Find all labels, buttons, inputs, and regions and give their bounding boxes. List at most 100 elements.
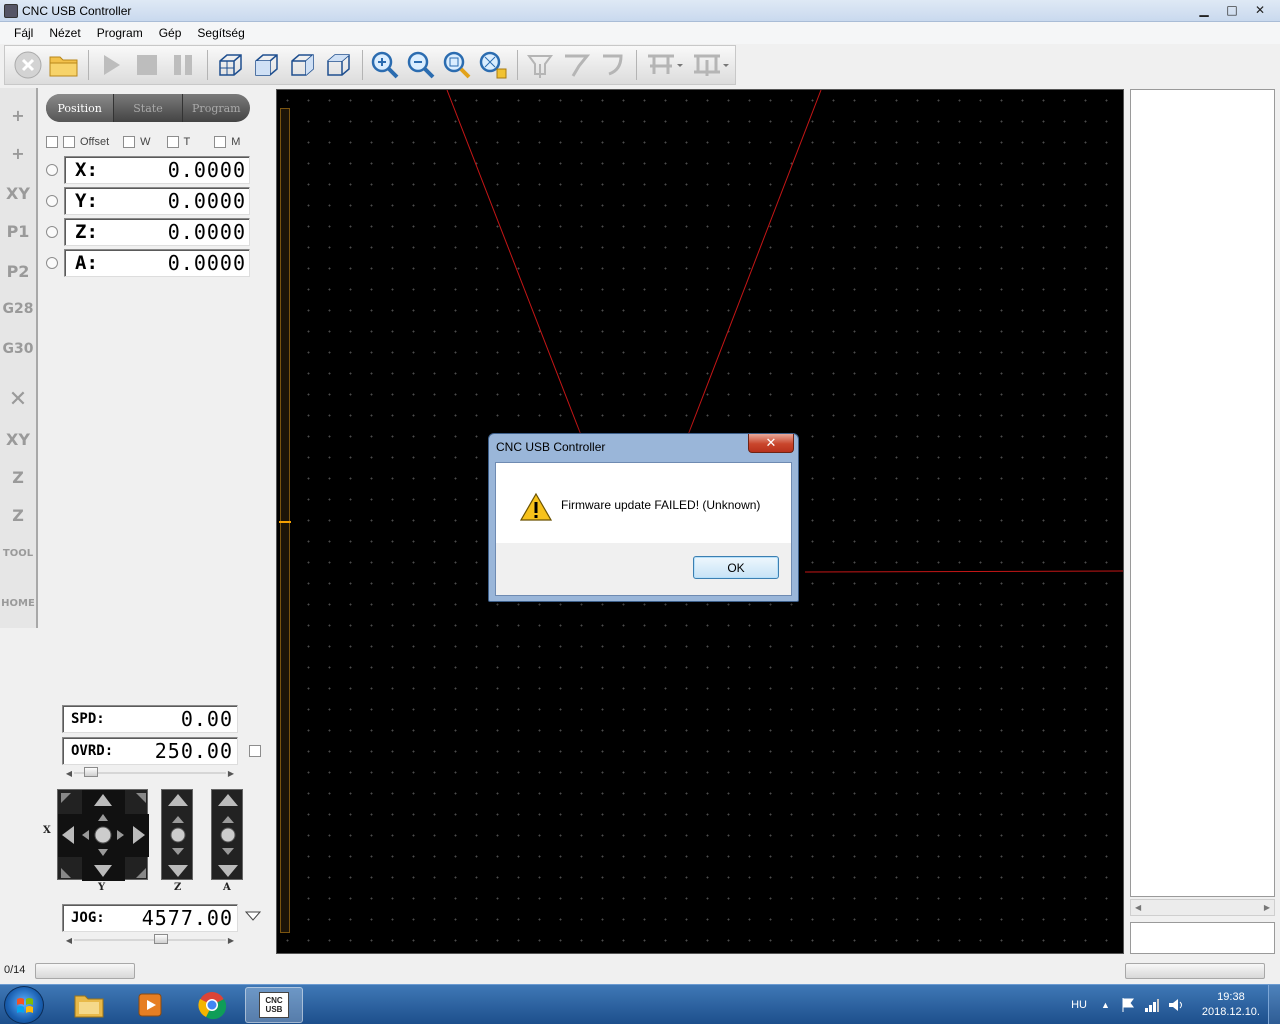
dro-row-x: X: 0.0000 <box>46 156 250 184</box>
jog-value: 4577.00 <box>141 906 233 930</box>
g30-icon[interactable]: G30 <box>2 332 34 366</box>
start-button[interactable] <box>4 986 44 1024</box>
tab-program[interactable]: Program <box>183 94 250 122</box>
dro-a[interactable]: A: 0.0000 <box>64 249 250 277</box>
stop-square-icon[interactable] <box>130 48 164 82</box>
z-up-icon[interactable]: Z <box>2 460 34 494</box>
checkbox-m[interactable] <box>214 136 227 148</box>
checkbox-t[interactable] <box>166 136 179 148</box>
menu-file[interactable]: Fájl <box>8 26 39 40</box>
menu-view[interactable]: Nézet <box>43 26 86 40</box>
tool-3-icon[interactable] <box>595 48 629 82</box>
open-folder-icon[interactable] <box>47 48 81 82</box>
panel-tabs: Position State Program <box>46 94 250 122</box>
z-jog-pad[interactable] <box>161 789 193 880</box>
taskbar-cnc-usb[interactable]: CNC USB <box>245 987 303 1023</box>
slider-right-arrow[interactable]: ▶ <box>226 769 236 778</box>
machine-2-icon[interactable] <box>688 48 732 82</box>
clock[interactable]: 19:38 2018.12.10. <box>1202 990 1260 1020</box>
tool-2-icon[interactable] <box>559 48 593 82</box>
tray-overflow-icon[interactable]: ▲ <box>1101 1000 1110 1010</box>
checkbox-all[interactable] <box>46 136 58 148</box>
dro-label: X: <box>75 159 98 181</box>
axis-radio-y[interactable] <box>46 195 58 207</box>
slider-right-arrow[interactable]: ▶ <box>226 936 236 945</box>
spd-value: 0.00 <box>180 707 233 731</box>
tool-1-icon[interactable] <box>523 48 557 82</box>
menu-help[interactable]: Segítség <box>191 26 250 40</box>
checkbox-w[interactable] <box>123 136 136 148</box>
cross-icon[interactable]: ✕ <box>2 382 34 416</box>
zoom-in-icon[interactable] <box>368 48 402 82</box>
p1-icon[interactable]: P1 <box>2 214 34 248</box>
scroll-right-arrow[interactable]: ▶ <box>1264 903 1270 912</box>
tool-icon[interactable]: TOOL <box>2 536 34 570</box>
slider-thumb[interactable] <box>154 934 168 944</box>
clock-date: 2018.12.10. <box>1201 1006 1260 1018</box>
volume-icon[interactable] <box>1168 997 1186 1013</box>
taskbar-explorer[interactable] <box>60 987 118 1023</box>
axis-radio-x[interactable] <box>46 164 58 176</box>
network-icon[interactable] <box>1144 997 1160 1013</box>
tab-position[interactable]: Position <box>46 94 115 122</box>
override-checkbox[interactable] <box>249 745 261 757</box>
zoom-out-icon[interactable] <box>404 48 438 82</box>
dro-value: 0.0000 <box>167 189 246 213</box>
mdi-input[interactable] <box>1130 922 1275 954</box>
g28-icon[interactable]: G28 <box>2 292 34 326</box>
menu-machine[interactable]: Gép <box>153 26 188 40</box>
p2-icon[interactable]: P2 <box>2 254 34 288</box>
machine-1-icon[interactable] <box>642 48 686 82</box>
language-indicator[interactable]: HU <box>1071 999 1087 1011</box>
checkbox-offset-label: Offset <box>80 136 110 148</box>
maximize-button[interactable]: □ <box>1218 1 1246 19</box>
gcode-list-panel[interactable] <box>1130 89 1275 897</box>
dialog-close-button[interactable]: ✕ <box>748 434 794 453</box>
dro-row-z: Z: 0.0000 <box>46 218 250 246</box>
jog-plus-icon[interactable]: + <box>2 98 34 132</box>
jog-dropdown-icon[interactable] <box>244 910 262 925</box>
pause-icon[interactable] <box>166 48 200 82</box>
tab-state[interactable]: State <box>114 94 183 122</box>
axis-radio-a[interactable] <box>46 257 58 269</box>
folder-icon <box>74 995 104 1018</box>
dro-z[interactable]: Z: 0.0000 <box>64 218 250 246</box>
view-3d-icon[interactable] <box>213 48 247 82</box>
a-jog-pad[interactable] <box>211 789 243 880</box>
dro-value: 0.0000 <box>167 158 246 182</box>
view-top-icon[interactable] <box>321 48 355 82</box>
menu-program[interactable]: Program <box>91 26 149 40</box>
jog-z-label: Z <box>174 882 182 893</box>
slider-thumb[interactable] <box>84 767 98 777</box>
slider-left-arrow[interactable]: ◀ <box>64 936 74 945</box>
close-window-button[interactable]: ✕ <box>1246 1 1274 19</box>
jog-plus-2-icon[interactable]: + <box>2 136 34 170</box>
action-center-flag-icon[interactable] <box>1120 997 1136 1013</box>
slider-left-arrow[interactable]: ◀ <box>64 769 74 778</box>
zoom-extents-icon[interactable] <box>476 48 510 82</box>
axis-radio-z[interactable] <box>46 226 58 238</box>
ok-button[interactable]: OK <box>693 556 779 579</box>
dro-y[interactable]: Y: 0.0000 <box>64 187 250 215</box>
z-down-icon[interactable]: Z <box>2 498 34 532</box>
taskbar-media-player[interactable] <box>121 987 179 1023</box>
view-front-icon[interactable] <box>249 48 283 82</box>
zoom-fit-icon[interactable] <box>440 48 474 82</box>
checkbox-offset[interactable] <box>63 136 75 148</box>
taskbar-chrome[interactable] <box>183 987 241 1023</box>
dro-x[interactable]: X: 0.0000 <box>64 156 250 184</box>
view-side-icon[interactable] <box>285 48 319 82</box>
scroll-left-arrow[interactable]: ◀ <box>1135 903 1141 912</box>
home-icon[interactable]: HOME <box>1 586 35 620</box>
stop-icon[interactable] <box>11 48 45 82</box>
xy-home-icon[interactable]: XY <box>2 422 34 456</box>
dro-value: 0.0000 <box>167 220 246 244</box>
play-icon[interactable] <box>94 48 128 82</box>
xy-jog-pad[interactable] <box>57 789 149 881</box>
jog-slider[interactable]: ◀ ▶ <box>64 934 236 946</box>
override-slider[interactable]: ◀ ▶ <box>64 767 236 779</box>
minimize-button[interactable]: ▁ <box>1190 1 1218 19</box>
gcode-list-scrollbar[interactable]: ◀ ▶ <box>1130 899 1275 916</box>
show-desktop-button[interactable] <box>1268 985 1280 1024</box>
xy-zero-icon[interactable]: XY <box>2 176 34 210</box>
